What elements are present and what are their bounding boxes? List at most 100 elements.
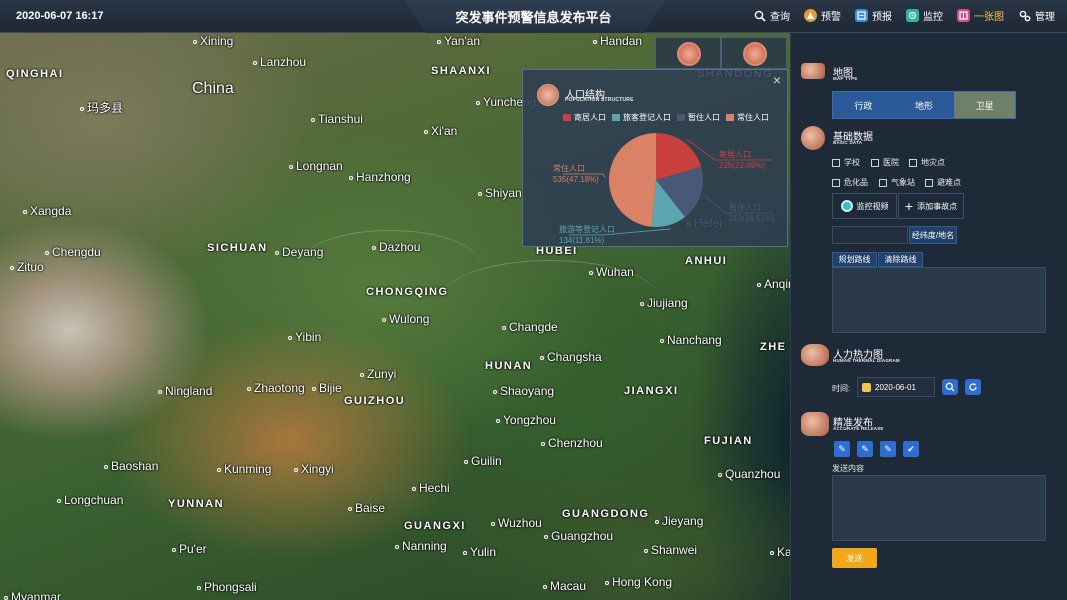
map-place-label: Longnan [289, 159, 343, 173]
map-place-label: Shanwei [644, 543, 697, 557]
map-place-label: ANHUI [685, 255, 728, 267]
city-marker-icon [540, 355, 544, 360]
send-button[interactable]: 发送 [832, 548, 877, 568]
map-thumb-population[interactable] [655, 37, 721, 69]
checkbox[interactable] [871, 158, 879, 167]
city-marker-icon [437, 39, 441, 44]
route-result-area[interactable] [832, 267, 1046, 333]
check-weather-station[interactable]: 气象站 [879, 177, 915, 188]
map-place-label: Wuhan [589, 265, 634, 279]
edit-icon: ✎ [838, 443, 846, 454]
map-place-label: GUANGDONG [562, 508, 650, 520]
release-option-2-button[interactable]: ✎ [857, 441, 873, 457]
video-icon [840, 200, 853, 212]
check-school[interactable]: 学校 [832, 157, 860, 168]
city-marker-icon [464, 459, 468, 464]
query-button[interactable] [942, 379, 958, 395]
legend-swatch [726, 114, 734, 121]
nav-monitor[interactable]: 监控 [906, 8, 943, 23]
city-marker-icon [193, 39, 197, 44]
city-marker-icon [770, 550, 774, 555]
nav-onemap[interactable]: 一张图 [957, 8, 1004, 23]
city-marker-icon [476, 100, 480, 105]
city-marker-icon [757, 282, 761, 287]
map-place-label: Ningland [158, 384, 212, 398]
settings-icon [1018, 9, 1031, 22]
map-place-label: Xining [193, 34, 233, 48]
city-marker-icon [718, 472, 722, 477]
date-picker[interactable]: 2020-06-01 [857, 377, 935, 397]
heat-map-icon [801, 344, 829, 366]
send-content-label: 发送内容 [832, 464, 864, 473]
pie-chart: 寄居人口 225(22.49%) 暂住人口 210(18.51%) 旅游等登记人口 134… [553, 133, 775, 245]
add-incident-button[interactable]: + 添加事故点 [898, 193, 964, 219]
coordinate-input[interactable] [832, 226, 908, 244]
city-marker-icon [253, 60, 257, 65]
release-option-3-button[interactable]: ✎ [880, 441, 896, 457]
map-place-label: FUJIAN [704, 435, 753, 447]
locate-button[interactable]: 经纬度/地名 [909, 226, 957, 244]
pie-label-value: 134(11.81%) [559, 236, 605, 245]
legend-swatch [677, 114, 685, 121]
map-place-label: HUNAN [485, 360, 533, 372]
release-option-1-button[interactable]: ✎ [834, 441, 850, 457]
map-thumb-heat[interactable] [721, 37, 787, 69]
heat-map-subtitle: HUMAN THERMAL DIAGRAM [833, 358, 900, 363]
city-marker-icon [660, 338, 664, 343]
checkbox[interactable] [832, 178, 840, 187]
city-marker-icon [491, 521, 495, 526]
tab-terrain[interactable]: 地形 [894, 92, 955, 118]
city-marker-icon [104, 464, 108, 469]
basic-data-icon [801, 126, 825, 150]
map-place-label: Xangda [23, 204, 71, 218]
nav-query[interactable]: 查询 [753, 8, 790, 23]
city-marker-icon [289, 164, 293, 169]
map-place-label: ZHE [760, 341, 787, 353]
send-content-textarea[interactable] [832, 475, 1046, 541]
city-marker-icon [544, 534, 548, 539]
map-place-label: Yulin [463, 545, 496, 559]
top-bar: 2020-06-07 16:17 突发事件预警信息发布平台 查询 预警 预报 监… [0, 0, 1067, 33]
clear-route-button[interactable]: 清除路线 [878, 252, 923, 267]
check-shelter[interactable]: 避难点 [925, 177, 961, 188]
tab-satellite[interactable]: 卫星 [954, 92, 1016, 118]
basic-data-subtitle: BASIC DATA [833, 140, 863, 145]
checkbox[interactable] [832, 158, 840, 167]
plan-route-button[interactable]: 规划路线 [832, 252, 877, 267]
map-place-label: Bijie [312, 381, 342, 395]
pie-label-name: 常住人口 [553, 163, 585, 173]
map-place-label: Nanning [395, 539, 447, 553]
city-marker-icon [541, 441, 545, 446]
city-marker-icon [172, 547, 176, 552]
checkbox[interactable] [879, 178, 887, 187]
monitor-video-button[interactable]: 监控视频 [832, 193, 897, 219]
tab-admin[interactable]: 行政 [833, 92, 894, 118]
close-icon[interactable]: × [773, 72, 781, 88]
map-place-label: Chengdu [45, 245, 101, 259]
right-panel: 地图 MAP TYPE 行政 地形 卫星 基础数据 BASIC DATA 学校 … [790, 33, 1067, 600]
checkbox[interactable] [909, 158, 917, 167]
map-place-label: Jiujiang [640, 296, 688, 310]
map-place-label: Zunyi [360, 367, 396, 381]
check-hazard-point[interactable]: 地灾点 [909, 157, 945, 168]
map-place-label: Hong Kong [605, 575, 672, 589]
checkbox[interactable] [925, 178, 933, 187]
map-place-label: Baise [348, 501, 385, 515]
city-marker-icon [372, 245, 376, 250]
map-type-tabs: 行政 地形 卫星 [832, 91, 1016, 119]
check-hospital[interactable]: 医院 [871, 157, 899, 168]
check-chemicals[interactable]: 危化品 [832, 177, 868, 188]
city-marker-icon [10, 265, 14, 270]
map-place-label: Longchuan [57, 493, 123, 507]
map-place-label: Dazhou [372, 240, 420, 254]
nav-forecast[interactable]: 预报 [855, 8, 892, 23]
pie-slice[interactable] [609, 133, 656, 227]
city-marker-icon [80, 106, 84, 111]
nav-warning[interactable]: 预警 [804, 8, 841, 23]
nav-manage[interactable]: 管理 [1018, 8, 1055, 23]
release-option-4-button[interactable]: ✔ [903, 441, 919, 457]
city-marker-icon [360, 372, 364, 377]
map-place-label: Macau [543, 579, 586, 593]
refresh-button[interactable] [965, 379, 981, 395]
map-type-icon [801, 63, 825, 79]
